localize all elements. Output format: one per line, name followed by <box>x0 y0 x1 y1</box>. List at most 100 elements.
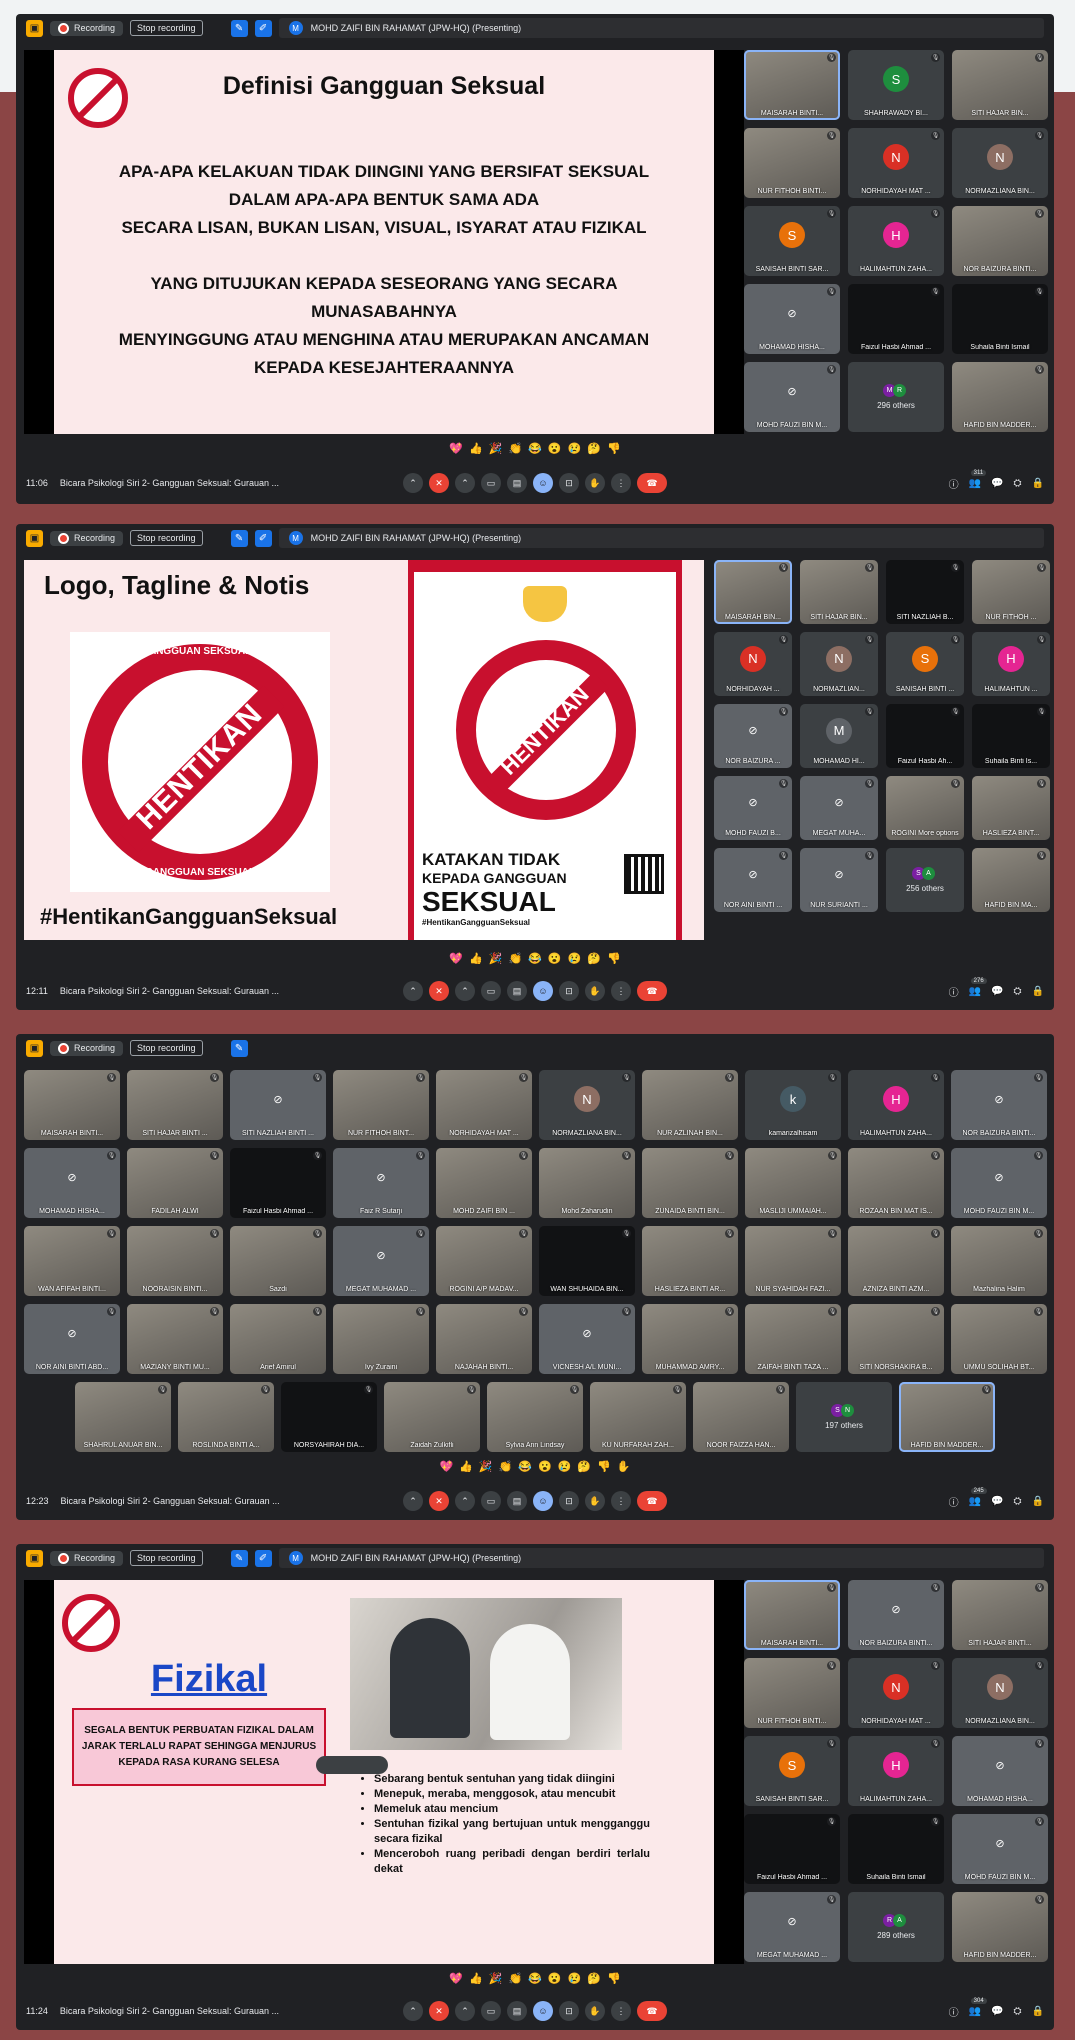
participant-tile[interactable]: S A 256 others <box>886 848 964 912</box>
stop-recording-button[interactable]: Stop recording <box>130 20 203 36</box>
info-icon[interactable]: ⓘ <box>949 476 959 491</box>
reaction-emoji[interactable]: 😮 <box>548 442 562 455</box>
participant-tile[interactable]: 🎙 Suhaila Binti Ismail <box>952 284 1048 354</box>
participant-tile[interactable]: ⊘ 🎙 NOR BAIZURA ... <box>714 704 792 768</box>
participant-tile[interactable]: 🎙 Ivy Zuraini <box>333 1304 429 1374</box>
slides-app-icon[interactable]: ▣ <box>26 529 43 547</box>
mic-off-icon[interactable]: ✕ <box>429 1491 449 1511</box>
slides-app-icon[interactable]: ▣ <box>26 1039 43 1057</box>
reaction-emoji[interactable]: 😢 <box>568 1972 582 1985</box>
people-icon[interactable]: 👥 311 <box>969 469 987 489</box>
edit-icon[interactable]: ✎ <box>230 529 248 547</box>
leave-call-icon[interactable]: ☎ <box>637 1491 667 1511</box>
participant-tile[interactable]: 🎙 Mohd Zaharudin <box>539 1148 635 1218</box>
participant-tile[interactable]: 🎙 NUR FITHOH BINT... <box>333 1070 429 1140</box>
participant-tile[interactable]: 🎙 Sazdi <box>230 1226 326 1296</box>
reaction-emoji[interactable]: 👍 <box>459 1460 473 1473</box>
activities-icon[interactable]: ⛭ <box>1014 1496 1022 1507</box>
participant-tile[interactable]: 🎙 Sylvia Ann Lindsay <box>487 1382 583 1452</box>
lock-icon[interactable]: 🔒 <box>1032 2006 1044 2017</box>
people-icon[interactable]: 👥 276 <box>969 977 987 997</box>
mic-off-icon[interactable]: ✕ <box>429 981 449 1001</box>
reaction-emoji[interactable]: 💖 <box>439 1460 453 1473</box>
participant-tile[interactable]: 🎙 ROZAAN BIN MAT IS... <box>848 1148 944 1218</box>
participant-tile[interactable]: 🎙 NUR AZLINAH BIN... <box>642 1070 738 1140</box>
participant-tile[interactable]: N 🎙 NORMAZLIANA BIN... <box>952 128 1048 198</box>
participant-tile[interactable]: 🎙 NUR FITHOH BINTI... <box>744 1658 840 1728</box>
captions-icon[interactable]: ▤ <box>507 1491 527 1511</box>
participant-tile[interactable]: 🎙 Zaidah Zulkifli <box>384 1382 480 1452</box>
mic-off-icon[interactable]: ✕ <box>429 2001 449 2021</box>
participant-tile[interactable]: ⊘ 🎙 NUR SURIANTI ... <box>800 848 878 912</box>
info-icon[interactable]: ⓘ <box>949 1494 959 1509</box>
participant-tile[interactable]: H 🎙 HALIMAHTUN ZAHA... <box>848 206 944 276</box>
reaction-emoji[interactable]: 👎 <box>607 1972 621 1985</box>
slides-app-icon[interactable]: ▣ <box>26 1549 43 1567</box>
participant-tile[interactable]: H 🎙 HALIMAHTUN ZAHA... <box>848 1070 944 1140</box>
present-icon[interactable]: ⊡ <box>559 2001 579 2021</box>
participant-tile[interactable]: 🎙 ROGINI More options <box>886 776 964 840</box>
reaction-emoji[interactable]: 🎉 <box>489 442 503 455</box>
reaction-emoji[interactable]: 😮 <box>538 1460 552 1473</box>
participant-tile[interactable]: ⊘ 🎙 MOHAMAD HISHA... <box>744 284 840 354</box>
participant-tile[interactable]: 🎙 Suhaila Binti Ismail <box>848 1814 944 1884</box>
mic-off-icon[interactable]: ✕ <box>429 473 449 493</box>
participant-tile[interactable]: 🎙 Faizul Hasbi Ah... <box>886 704 964 768</box>
present-icon[interactable]: ⊡ <box>559 1491 579 1511</box>
participant-tile[interactable]: N 🎙 NORHIDAYAH MAT ... <box>848 1658 944 1728</box>
present-icon[interactable]: ⊡ <box>559 473 579 493</box>
participant-tile[interactable]: 🎙 Faizul Hasbi Ahmad ... <box>230 1148 326 1218</box>
participant-tile[interactable]: 🎙 MAISARAH BIN... <box>714 560 792 624</box>
people-icon[interactable]: 👥 245 <box>969 1487 987 1507</box>
participant-tile[interactable]: 🎙 HASLIEZA BINTI AR... <box>642 1226 738 1296</box>
reaction-emoji[interactable]: 👏 <box>499 1460 513 1473</box>
reaction-emoji[interactable]: 🤔 <box>587 1972 601 1985</box>
reaction-emoji[interactable]: 👍 <box>469 1972 483 1985</box>
participant-tile[interactable]: 🎙 HAFID BIN MADDER... <box>952 1892 1048 1962</box>
participant-tile[interactable]: N 🎙 NORHIDAYAH ... <box>714 632 792 696</box>
participant-tile[interactable]: 🎙 WAN AFIFAH BINTI... <box>24 1226 120 1296</box>
participant-tile[interactable]: ⊘ 🎙 Faiz R Sutarji <box>333 1148 429 1218</box>
participant-tile[interactable]: 🎙 ZAIFAH BINTI TAZA ... <box>745 1304 841 1374</box>
participant-tile[interactable]: 🎙 ZUNAIDA BINTI BIN... <box>642 1148 738 1218</box>
participant-tile[interactable]: ⊘ 🎙 NOR AINI BINTI ... <box>714 848 792 912</box>
participant-tile[interactable]: 🎙 SITI HAJAR BINTI... <box>952 1580 1048 1650</box>
more-audio-icon[interactable]: ⌃ <box>403 2001 423 2021</box>
participant-tile[interactable]: 🎙 SITI HAJAR BIN... <box>800 560 878 624</box>
participant-tile[interactable]: 🎙 UMMU SOLIHAH BT... <box>951 1304 1047 1374</box>
participant-tile[interactable]: S 🎙 SANISAH BINTI SAR... <box>744 206 840 276</box>
captions-icon[interactable]: ▤ <box>507 2001 527 2021</box>
participant-tile[interactable]: H 🎙 HALIMAHTUN ... <box>972 632 1050 696</box>
participant-tile[interactable]: 🎙 NAJAHAH BINTI... <box>436 1304 532 1374</box>
emoji-icon[interactable]: ☺ <box>533 1491 553 1511</box>
stop-recording-button[interactable]: Stop recording <box>130 1550 203 1566</box>
reaction-emoji[interactable]: 🎉 <box>489 1972 503 1985</box>
lock-icon[interactable]: 🔒 <box>1032 986 1044 997</box>
participant-tile[interactable]: 🎙 AZNIZA BINTI AZM... <box>848 1226 944 1296</box>
participant-tile[interactable]: N 🎙 NORMAZLIANA BIN... <box>539 1070 635 1140</box>
activities-icon[interactable]: ⛭ <box>1014 2006 1022 2017</box>
participant-tile[interactable]: 🎙 MAISARAH BINTI... <box>24 1070 120 1140</box>
participant-tile[interactable]: 🎙 NUR SYAHIDAH FAZI... <box>745 1226 841 1296</box>
reaction-emoji[interactable]: 😂 <box>528 952 542 965</box>
participant-tile[interactable]: 🎙 MAISARAH BINTI... <box>744 1580 840 1650</box>
raise-hand-icon[interactable]: ✋ <box>585 2001 605 2021</box>
participant-tile[interactable]: 🎙 NOR BAIZURA BINTI... <box>952 206 1048 276</box>
reaction-emoji[interactable]: 🤔 <box>587 952 601 965</box>
participant-tile[interactable]: 🎙 MASLIJI UMMAIAH... <box>745 1148 841 1218</box>
participant-tile[interactable]: ⊘ 🎙 MOHD FAUZI B... <box>714 776 792 840</box>
reaction-emoji[interactable]: 🤔 <box>577 1460 591 1473</box>
annotate-icon[interactable]: ✐ <box>254 529 272 547</box>
edit-icon[interactable]: ✎ <box>230 19 248 37</box>
raise-hand-icon[interactable]: ✋ <box>585 1491 605 1511</box>
more-audio-icon[interactable]: ⌃ <box>403 981 423 1001</box>
reaction-emoji[interactable]: 😂 <box>518 1460 532 1473</box>
reaction-emoji[interactable]: 👏 <box>508 442 522 455</box>
participant-tile[interactable]: 🎙 Faizul Hasbi Ahmad ... <box>744 1814 840 1884</box>
reaction-emoji[interactable]: 😮 <box>548 1972 562 1985</box>
participant-tile[interactable]: 🎙 HAFID BIN MADDER... <box>952 362 1048 432</box>
participant-tile[interactable]: 🎙 NUR FITHOH BINTI... <box>744 128 840 198</box>
participant-tile[interactable]: 🎙 NOORAISIN BINTI... <box>127 1226 223 1296</box>
more-options-icon[interactable]: ⋮ <box>611 1491 631 1511</box>
slides-app-icon[interactable]: ▣ <box>26 19 43 37</box>
